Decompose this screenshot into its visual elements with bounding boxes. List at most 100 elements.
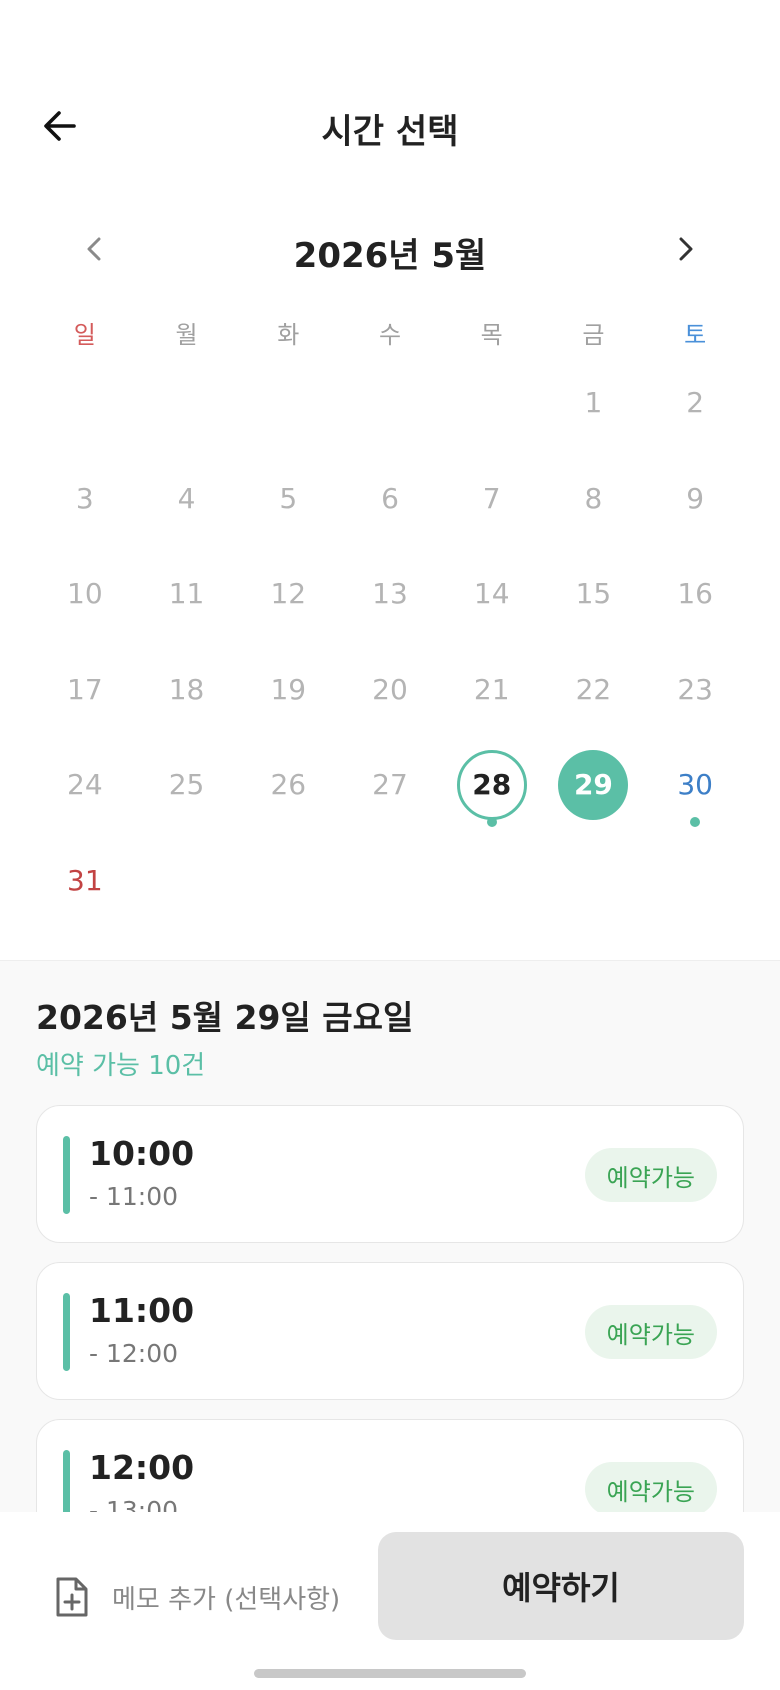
availability-dot — [690, 816, 701, 827]
calendar-day-23: 23 — [644, 642, 746, 738]
weekday-label: 목 — [480, 321, 503, 349]
calendar-day-19: 19 — [237, 642, 339, 738]
calendar-day-30[interactable]: 30 — [644, 737, 746, 833]
calendar-empty-cell — [441, 355, 543, 451]
calendar-day-number: 22 — [575, 672, 612, 706]
calendar-day-number: 15 — [575, 577, 612, 611]
page-title: 시간 선택 — [321, 112, 459, 152]
calendar-day-number: 28 — [456, 749, 527, 820]
calendar-empty-cell — [34, 355, 136, 451]
weekday-label: 월 — [175, 321, 198, 349]
calendar-day-28[interactable]: 28 — [441, 737, 543, 833]
calendar-day-number: 8 — [584, 481, 603, 515]
calendar-day-number: 2 — [686, 386, 705, 420]
calendar-day-number: 30 — [677, 768, 713, 802]
calendar-day-number: 6 — [381, 481, 399, 515]
add-memo-button[interactable]: 메모 추가 (선택사항) — [52, 1562, 340, 1632]
calendar-day-3: 3 — [34, 451, 136, 547]
calendar-day-number: 10 — [67, 577, 103, 611]
calendar-day-1: 1 — [543, 355, 645, 451]
calendar-day-10: 10 — [34, 546, 136, 642]
calendar-day-22: 22 — [543, 642, 645, 738]
calendar-day-24: 24 — [34, 737, 136, 833]
time-slot[interactable]: 11:00 - 12:00 예약가능 — [36, 1262, 744, 1400]
calendar-day-25: 25 — [136, 737, 238, 833]
available-count: 예약 가능 10건 — [36, 1051, 206, 1081]
bottom-action-bar: 메모 추가 (선택사항) 예약하기 — [0, 1512, 780, 1690]
calendar-day-5: 5 — [237, 451, 339, 547]
calendar-day-2: 2 — [644, 355, 746, 451]
calendar-day-number: 21 — [473, 672, 510, 706]
calendar-day-16: 16 — [644, 546, 746, 642]
calendar-empty-cell — [339, 355, 441, 451]
calendar-day-number: 4 — [177, 481, 196, 515]
calendar-empty-cell — [237, 355, 339, 451]
weekday-label: 수 — [378, 321, 402, 349]
weekday-label: 토 — [684, 321, 707, 349]
next-month-button[interactable] — [660, 224, 710, 274]
calendar-day-number: 9 — [686, 481, 705, 515]
calendar-day-number: 14 — [473, 577, 510, 611]
calendar-day-number: 31 — [67, 863, 103, 897]
file-plus-icon — [56, 1577, 88, 1617]
slot-start-time: 12:00 — [89, 1448, 195, 1487]
reserve-button[interactable]: 예약하기 — [378, 1532, 744, 1640]
calendar-day-18: 18 — [136, 642, 238, 738]
calendar-day-number: 12 — [270, 577, 307, 611]
calendar-day-number: 1 — [584, 386, 603, 420]
calendar-day-number: 29 — [558, 749, 629, 820]
calendar-day-26: 26 — [237, 737, 339, 833]
calendar-day-number: 27 — [372, 768, 408, 802]
calendar-day-grid: 1 2 3 4 5 6 7 8 9 10 11 12 13 14 15 16 17 18 19 20 21 22 23 24 2… — [34, 355, 746, 928]
weekday-header: 일 월 화 수 목 금 토 — [34, 315, 746, 350]
calendar-day-number: 7 — [482, 481, 501, 515]
calendar-day-8: 8 — [543, 451, 645, 547]
calendar-day-number: 16 — [677, 577, 713, 611]
calendar-day-number: 20 — [372, 672, 408, 706]
calendar-day-27: 27 — [339, 737, 441, 833]
calendar-day-number: 3 — [75, 481, 94, 515]
calendar-day-6: 6 — [339, 451, 441, 547]
calendar-day-number: 13 — [372, 577, 408, 611]
calendar-day-number: 24 — [67, 768, 103, 802]
calendar-day-21: 21 — [441, 642, 543, 738]
calendar-day-31[interactable]: 31 — [34, 833, 136, 929]
header: 시간 선택 — [0, 90, 780, 160]
app-screen: 시간 선택 2026년 5월 일 월 화 수 목 금 토 1 2 3 4 5 6 7 8 9 10… — [0, 0, 780, 1690]
slot-end-time: - 11:00 — [89, 1182, 179, 1211]
selected-date-label: 2026년 5월 29일 금요일 — [36, 998, 414, 1037]
calendar-day-9: 9 — [644, 451, 746, 547]
calendar-day-number: 23 — [677, 672, 713, 706]
calendar-day-number: 5 — [279, 481, 298, 515]
calendar-day-number: 17 — [67, 672, 103, 706]
slot-status-badge: 예약가능 — [584, 1148, 717, 1202]
calendar-day-number: 25 — [168, 768, 205, 802]
calendar-day-15: 15 — [543, 546, 645, 642]
calendar-day-20: 20 — [339, 642, 441, 738]
slot-start-time: 11:00 — [89, 1291, 195, 1330]
calendar-day-12: 12 — [237, 546, 339, 642]
slot-accent-bar — [63, 1293, 70, 1371]
weekday-label: 화 — [277, 321, 300, 349]
add-memo-label: 메모 추가 (선택사항) — [112, 1584, 341, 1615]
time-slot[interactable]: 10:00 - 11:00 예약가능 — [36, 1105, 744, 1243]
calendar-empty-cell — [136, 355, 238, 451]
slot-status-badge: 예약가능 — [584, 1462, 717, 1516]
calendar-day-number: 11 — [168, 577, 205, 611]
calendar-day-17: 17 — [34, 642, 136, 738]
slot-status-badge: 예약가능 — [584, 1305, 717, 1359]
calendar-day-number: 26 — [270, 768, 307, 802]
slot-accent-bar — [63, 1136, 70, 1214]
calendar-day-13: 13 — [339, 546, 441, 642]
time-slot-list: 10:00 - 11:00 예약가능 11:00 - 12:00 예약가능 12… — [36, 1105, 744, 1576]
weekday-label: 일 — [73, 321, 96, 349]
weekday-label: 금 — [582, 321, 605, 349]
month-navigation: 2026년 5월 — [0, 220, 780, 280]
slot-start-time: 10:00 — [89, 1134, 195, 1173]
calendar-day-11: 11 — [136, 546, 238, 642]
chevron-right-icon — [679, 237, 693, 261]
calendar-day-29[interactable]: 29 — [543, 737, 645, 833]
calendar-day-4: 4 — [136, 451, 238, 547]
slot-end-time: - 12:00 — [89, 1339, 179, 1368]
calendar-day-14: 14 — [441, 546, 543, 642]
